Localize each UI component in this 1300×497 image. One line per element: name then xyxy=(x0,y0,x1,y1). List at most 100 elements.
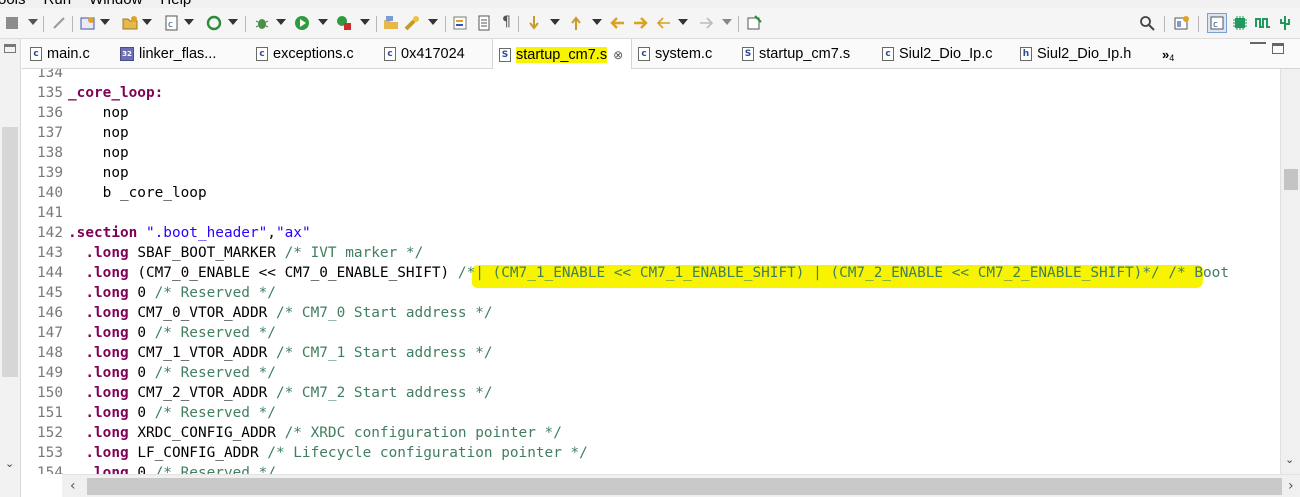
vertical-scroll-thumb[interactable] xyxy=(1284,169,1298,190)
new-source-dropdown-icon[interactable] xyxy=(184,19,194,25)
external-tools-icon[interactable] xyxy=(336,15,352,31)
peripherals-perspective-icon[interactable] xyxy=(1277,15,1293,31)
code-token: 0 xyxy=(137,365,155,381)
line-number: 148 xyxy=(37,345,63,361)
tab-system-c[interactable]: c system.c xyxy=(638,39,712,69)
code-text: .long XRDC_CONFIG_ADDR /* XRDC configura… xyxy=(68,423,562,443)
chevron-left-icon[interactable]: ‹ xyxy=(70,478,76,494)
tab-overflow-button[interactable]: » 4 xyxy=(1162,39,1174,69)
chevron-down-icon[interactable]: ⌄ xyxy=(1285,453,1294,466)
code-token: .long xyxy=(68,465,138,474)
code-token: /* IVT marker */ xyxy=(284,245,424,261)
search-dropdown-icon[interactable] xyxy=(428,19,438,25)
block-selection-icon[interactable] xyxy=(476,15,492,31)
new-project-icon[interactable] xyxy=(80,15,96,31)
code-token: .long xyxy=(68,345,138,361)
back-dropdown-icon[interactable] xyxy=(678,19,688,25)
tab-label: startup_cm7.s xyxy=(516,46,608,63)
chevron-down-icon[interactable]: ⌄ xyxy=(5,457,14,470)
last-edit-location-icon[interactable] xyxy=(610,15,626,31)
menu-run[interactable]: Run xyxy=(44,0,72,8)
forward-dropdown-icon[interactable] xyxy=(722,19,732,25)
code-token: /* Lifecycle configuration pointer */ xyxy=(267,445,588,461)
tab-startup-cm7-s-active[interactable]: Sstartup_cm7.s ⊗ xyxy=(492,39,632,70)
code-token: SBAF_BOOT_MARKER xyxy=(137,245,285,261)
code-token: , xyxy=(267,225,276,241)
restore-view-icon[interactable] xyxy=(4,44,16,53)
line-number: 137 xyxy=(37,125,63,141)
tab-label: main.c xyxy=(47,46,90,62)
line-number: 150 xyxy=(37,385,63,401)
next-annotation-icon[interactable] xyxy=(526,15,542,31)
code-token: nop xyxy=(68,145,129,161)
refresh-dropdown-icon[interactable] xyxy=(228,19,238,25)
pins-perspective-icon[interactable] xyxy=(1255,15,1271,31)
external-tools-dropdown-icon[interactable] xyxy=(360,19,370,25)
tab-linker-flash[interactable]: 32 linker_flas... xyxy=(120,39,216,69)
code-token: nop xyxy=(68,165,129,181)
left-scroll-thumb[interactable] xyxy=(2,127,18,377)
open-perspective-icon[interactable] xyxy=(1174,15,1190,31)
prev-annotation-dropdown-icon[interactable] xyxy=(592,19,602,25)
maximize-icon[interactable] xyxy=(1272,43,1284,54)
code-token: .section xyxy=(68,225,146,241)
open-type-icon[interactable] xyxy=(383,15,399,31)
code-editor[interactable]: 134 135 _core_loop: 136 nop 137 nop 138 nop 13… xyxy=(22,69,1280,474)
forward-edit-location-icon[interactable] xyxy=(632,15,648,31)
c-cpp-perspective-icon[interactable]: c xyxy=(1207,13,1227,33)
new-source-icon[interactable]: c xyxy=(164,15,180,31)
open-folder-dropdown-icon[interactable] xyxy=(142,19,152,25)
menu-tools[interactable]: ools xyxy=(0,0,26,8)
terminal-dropdown-icon[interactable] xyxy=(28,19,38,25)
menu-help[interactable]: Help xyxy=(160,0,191,8)
debug-bug-icon[interactable] xyxy=(254,15,270,31)
code-text: _core_loop: xyxy=(68,83,163,103)
code-text: .long 0 /* Reserved */ xyxy=(68,463,276,474)
show-whitespace-icon[interactable]: ¶ xyxy=(502,14,511,32)
horizontal-scrollbar[interactable]: ‹ › xyxy=(62,474,1300,497)
code-token: CM7_2_VTOR_ADDR xyxy=(137,385,276,401)
code-text: nop xyxy=(68,143,129,163)
terminal-icon[interactable] xyxy=(5,15,21,31)
code-token: /* Reserved */ xyxy=(154,465,276,474)
tab-siul2-dio-ip-c[interactable]: c Siul2_Dio_Ip.c xyxy=(882,39,993,69)
line-number: 146 xyxy=(37,305,63,321)
debug-sparkle-icon[interactable] xyxy=(51,15,67,31)
vertical-scrollbar[interactable]: ⌄ xyxy=(1280,69,1300,474)
pin-editor-icon[interactable] xyxy=(746,15,762,31)
tab-main-c[interactable]: c main.c xyxy=(30,39,90,69)
tab-startup-cm7-s[interactable]: Sstartup_cm7.s xyxy=(742,39,850,69)
search-icon[interactable] xyxy=(1139,15,1155,31)
run-dropdown-icon[interactable] xyxy=(318,19,328,25)
run-icon[interactable] xyxy=(294,15,310,31)
code-token: CM7_1_VTOR_ADDR xyxy=(137,345,276,361)
back-icon[interactable] xyxy=(656,15,672,31)
code-text: b _core_loop xyxy=(68,183,207,203)
open-folder-icon[interactable] xyxy=(122,15,138,31)
debug-dropdown-icon[interactable] xyxy=(276,19,286,25)
overflow-tab-count: 4 xyxy=(1169,53,1175,63)
search-flashlight-icon[interactable] xyxy=(404,15,420,31)
tab-exceptions-c[interactable]: c exceptions.c xyxy=(256,39,354,69)
close-tab-icon[interactable]: ⊗ xyxy=(613,48,623,62)
chip-perspective-icon[interactable] xyxy=(1232,15,1248,31)
next-annotation-dropdown-icon[interactable] xyxy=(550,19,560,25)
toolbar-separator xyxy=(72,16,73,32)
code-token: .long xyxy=(68,425,138,441)
menu-window[interactable]: Window xyxy=(89,0,142,8)
forward-icon[interactable] xyxy=(698,15,714,31)
menu-items: ools Run Window Help xyxy=(0,0,191,8)
tab-siul2-dio-ip-h[interactable]: h Siul2_Dio_Ip.h xyxy=(1020,39,1131,69)
code-token: _core_loop: xyxy=(68,85,164,101)
tab-label: linker_flas... xyxy=(139,46,217,62)
prev-annotation-icon[interactable] xyxy=(568,15,584,31)
tab-0x417024[interactable]: c 0x417024 xyxy=(384,39,465,69)
chevron-right-icon[interactable]: › xyxy=(1288,478,1294,494)
horizontal-scroll-thumb[interactable] xyxy=(87,478,1282,495)
toolbar-separator xyxy=(245,16,246,32)
code-token: 0 xyxy=(137,325,155,341)
new-project-dropdown-icon[interactable] xyxy=(100,19,110,25)
minimize-icon[interactable] xyxy=(1250,42,1266,49)
refresh-icon[interactable] xyxy=(206,15,222,31)
mark-occurrences-icon[interactable] xyxy=(452,15,468,31)
